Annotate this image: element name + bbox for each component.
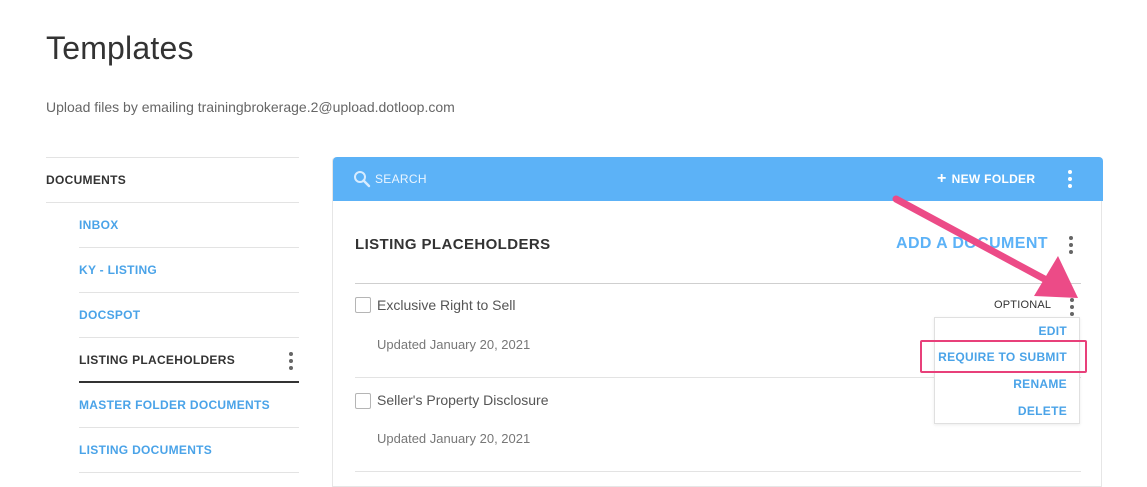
optional-badge: OPTIONAL xyxy=(994,299,1052,311)
section-more-kebab-icon[interactable] xyxy=(1069,236,1073,254)
folder-options-kebab-icon[interactable] xyxy=(289,352,293,370)
sidebar-item-label: MASTER FOLDER DOCUMENTS xyxy=(79,398,270,412)
add-document-button[interactable]: ADD A DOCUMENT xyxy=(896,235,1048,253)
document-checkbox[interactable] xyxy=(355,393,371,409)
section-title: LISTING PLACEHOLDERS xyxy=(355,236,551,253)
search-icon xyxy=(354,171,371,188)
menu-item-delete[interactable]: DELETE xyxy=(1018,404,1067,418)
sidebar-root-documents[interactable]: DOCUMENTS xyxy=(46,158,299,203)
document-options-kebab-icon[interactable] xyxy=(1070,298,1074,316)
sidebar-item-listing-placeholders[interactable]: LISTING PLACEHOLDERS xyxy=(79,338,299,383)
search-placeholder: SEARCH xyxy=(375,172,427,186)
new-folder-label: NEW FOLDER xyxy=(951,172,1036,186)
page-title: Templates xyxy=(46,30,194,66)
folder-sidebar: DOCUMENTS INBOX KY - LISTING DOCSPOT LIS… xyxy=(46,157,299,473)
section-divider xyxy=(355,283,1081,284)
menu-item-edit[interactable]: EDIT xyxy=(1038,324,1067,338)
menu-item-rename[interactable]: RENAME xyxy=(1013,377,1067,391)
document-updated-date: Updated January 20, 2021 xyxy=(377,431,531,446)
sidebar-item-master-folder-documents[interactable]: MASTER FOLDER DOCUMENTS xyxy=(79,383,299,428)
new-folder-button[interactable]: + NEW FOLDER xyxy=(937,157,1035,201)
sidebar-item-listing-documents[interactable]: LISTING DOCUMENTS xyxy=(79,428,299,473)
sidebar-item-docspot[interactable]: DOCSPOT xyxy=(79,293,299,338)
sidebar-item-label: LISTING PLACEHOLDERS xyxy=(79,352,236,367)
document-options-menu: EDIT REQUIRE TO SUBMIT RENAME DELETE xyxy=(934,317,1080,424)
sidebar-item-label: DOCSPOT xyxy=(79,308,141,322)
document-name[interactable]: Exclusive Right to Sell xyxy=(377,297,516,313)
row-divider xyxy=(355,471,1081,472)
toolbar-more-kebab-icon[interactable] xyxy=(1068,170,1072,188)
search-input[interactable]: SEARCH xyxy=(353,157,427,201)
sidebar-item-label: KY - LISTING xyxy=(79,263,158,277)
document-updated-date: Updated January 20, 2021 xyxy=(377,337,531,352)
menu-item-require-to-submit[interactable]: REQUIRE TO SUBMIT xyxy=(938,350,1067,364)
sidebar-item-label: INBOX xyxy=(79,218,119,232)
sidebar-item-label: LISTING DOCUMENTS xyxy=(79,443,213,457)
plus-icon: + xyxy=(937,170,947,187)
sidebar-item-inbox[interactable]: INBOX xyxy=(79,203,299,248)
sidebar-item-ky-listing[interactable]: KY - LISTING xyxy=(79,248,299,293)
upload-instructions: Upload files by emailing trainingbrokera… xyxy=(46,99,455,115)
panel-toolbar: SEARCH + NEW FOLDER xyxy=(333,157,1103,201)
document-name[interactable]: Seller's Property Disclosure xyxy=(377,392,549,408)
document-checkbox[interactable] xyxy=(355,297,371,313)
